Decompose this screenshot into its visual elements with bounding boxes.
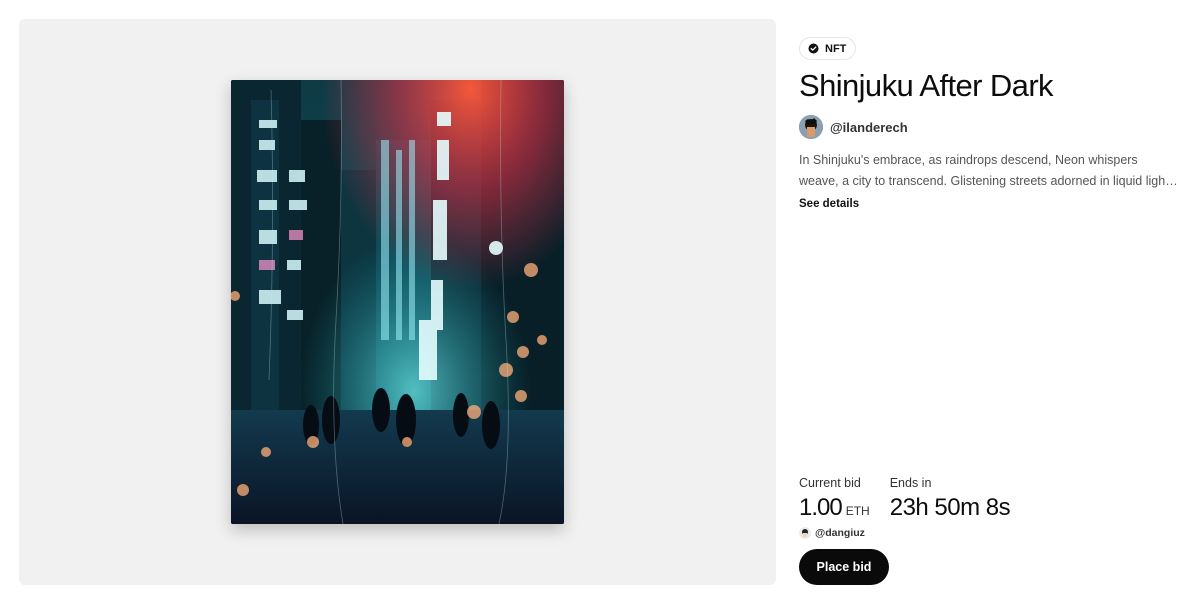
bidder-avatar[interactable]	[799, 527, 811, 539]
countdown-timer: 23h 50m 8s	[889, 494, 1011, 521]
bidder-handle[interactable]: @dangiuz	[815, 527, 865, 539]
current-bid-label: Current bid	[799, 476, 861, 490]
top-bidder[interactable]: @dangiuz	[799, 526, 1184, 540]
verified-check-icon	[808, 43, 819, 54]
nft-badge-label: NFT	[825, 42, 847, 55]
current-bid-amount: 1.00	[799, 494, 843, 521]
artwork-title: Shinjuku After Dark	[799, 68, 1054, 103]
current-bid-unit: ETH	[845, 504, 870, 518]
artwork-info: NFT Shinjuku After Dark @ilanderech In S…	[799, 37, 1184, 212]
current-bid-block: Current bid 1.00 ETH	[799, 476, 870, 522]
see-details-link[interactable]: See details	[799, 198, 859, 210]
creator-link[interactable]: @ilanderech	[799, 115, 1184, 139]
artwork-image[interactable]	[231, 80, 564, 524]
place-bid-button[interactable]: Place bid	[799, 549, 889, 585]
ends-in-label: Ends in	[889, 476, 932, 490]
creator-handle[interactable]: @ilanderech	[830, 120, 908, 135]
artwork-preview-panel	[19, 19, 776, 585]
creator-avatar[interactable]	[799, 115, 823, 139]
auction-panel: Current bid 1.00 ETH Ends in 23h 50m 8s …	[799, 476, 1184, 540]
nft-badge: NFT	[799, 37, 857, 60]
ends-in-block: Ends in 23h 50m 8s	[889, 476, 1011, 522]
artwork-description: In Shinjuku's embrace, as raindrops desc…	[799, 153, 1173, 188]
